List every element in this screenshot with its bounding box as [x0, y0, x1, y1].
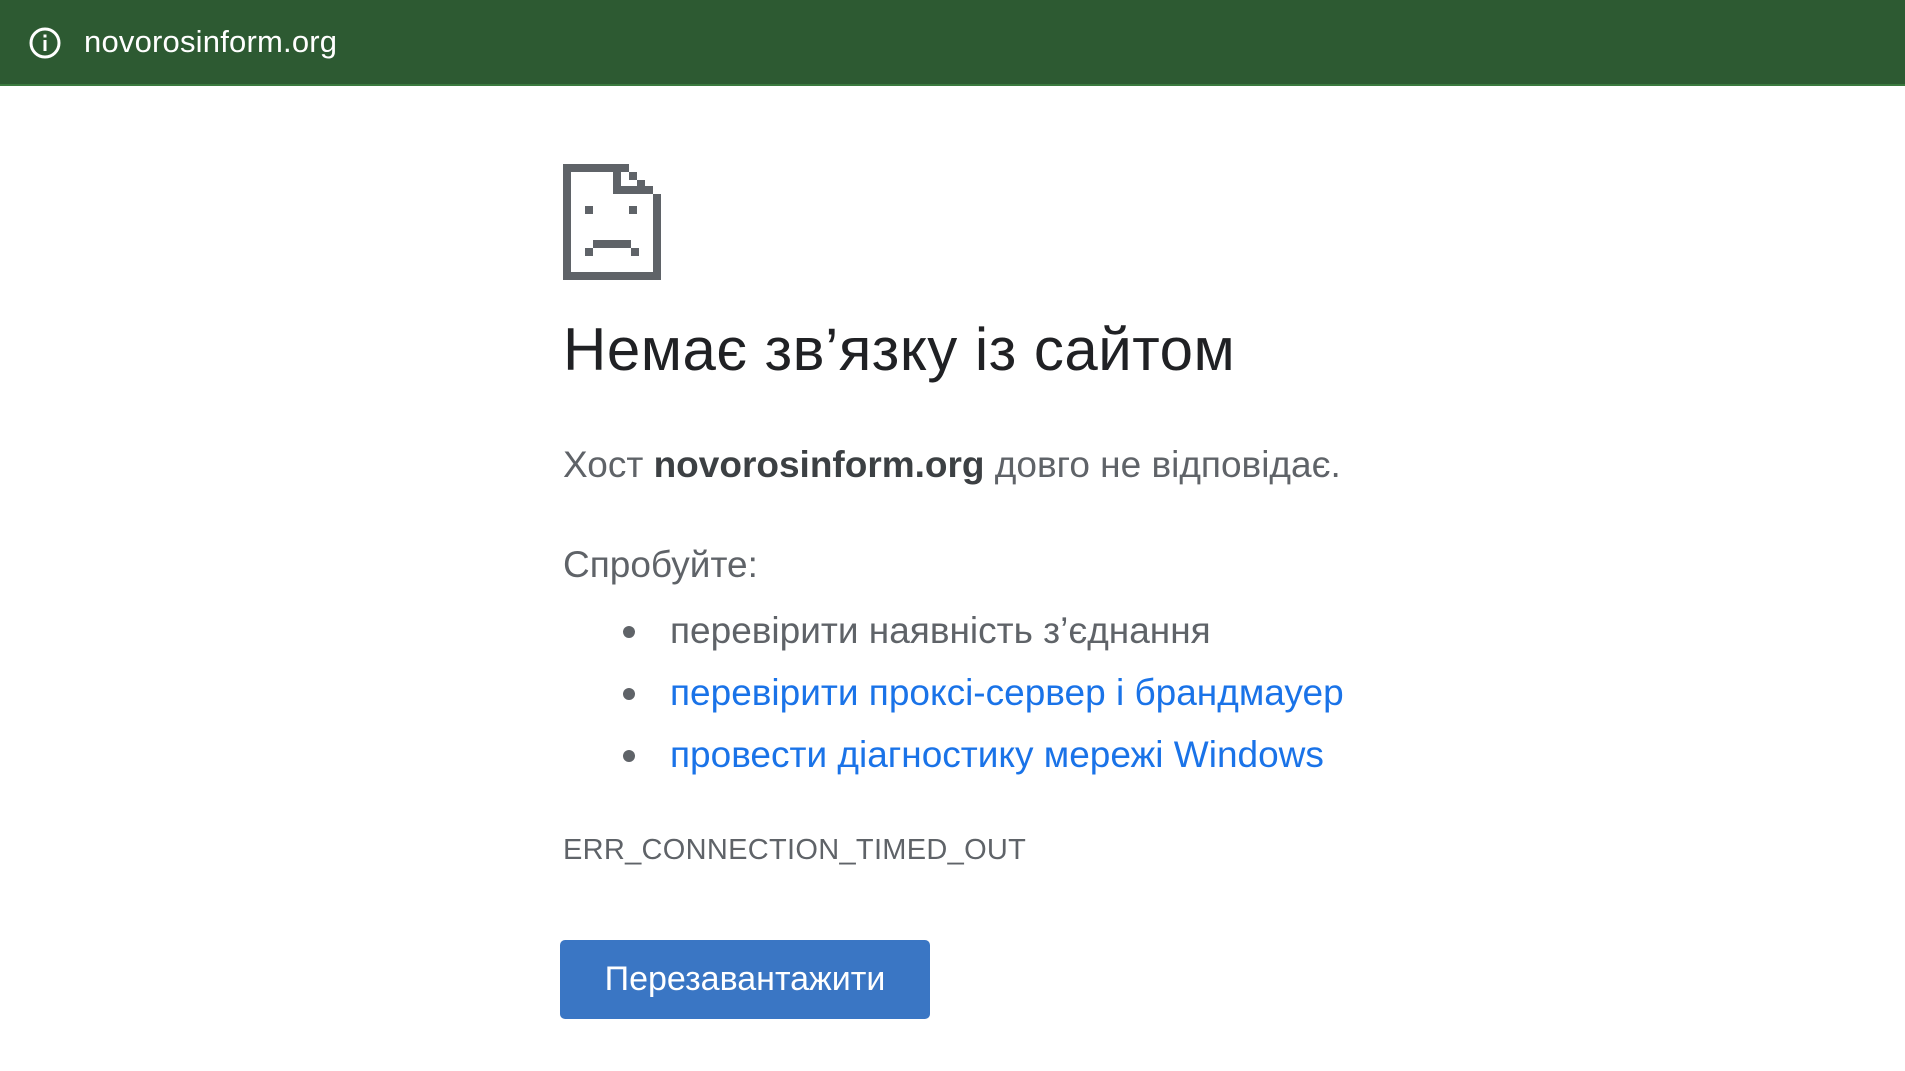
- bullet-icon: [623, 750, 635, 762]
- summary-prefix: Хост: [563, 444, 654, 485]
- address-bar[interactable]: novorosinform.org: [0, 0, 1905, 86]
- suggestions-list: перевірити наявність з’єднання перевірит…: [563, 600, 1344, 786]
- suggestions-heading: Спробуйте:: [563, 544, 758, 585]
- error-summary: Хост novorosinform.org довго не відповід…: [563, 440, 1341, 490]
- summary-host: novorosinform.org: [653, 444, 985, 485]
- info-icon[interactable]: [28, 26, 62, 60]
- error-code: ERR_CONNECTION_TIMED_OUT: [563, 834, 1027, 866]
- network-diagnostics-link[interactable]: провести діагностику мережі Windows: [670, 734, 1324, 775]
- summary-suffix: довго не відповідає.: [984, 444, 1341, 485]
- suggestion-check-connection: перевірити наявність з’єднання: [563, 600, 1344, 662]
- sad-document-icon: [563, 164, 661, 280]
- reload-button[interactable]: Перезавантажити: [560, 940, 930, 1019]
- error-title: Немає зв’язку із сайтом: [563, 316, 1236, 383]
- suggestion-check-proxy[interactable]: перевірити проксі-сервер і брандмауер: [563, 662, 1344, 724]
- bullet-icon: [623, 626, 635, 638]
- bullet-icon: [623, 688, 635, 700]
- suggestion-text: перевірити наявність з’єднання: [670, 610, 1211, 651]
- suggestion-network-diagnostics[interactable]: провести діагностику мережі Windows: [563, 724, 1344, 786]
- address-bar-url[interactable]: novorosinform.org: [84, 22, 337, 62]
- check-proxy-link[interactable]: перевірити проксі-сервер і брандмауер: [670, 672, 1344, 713]
